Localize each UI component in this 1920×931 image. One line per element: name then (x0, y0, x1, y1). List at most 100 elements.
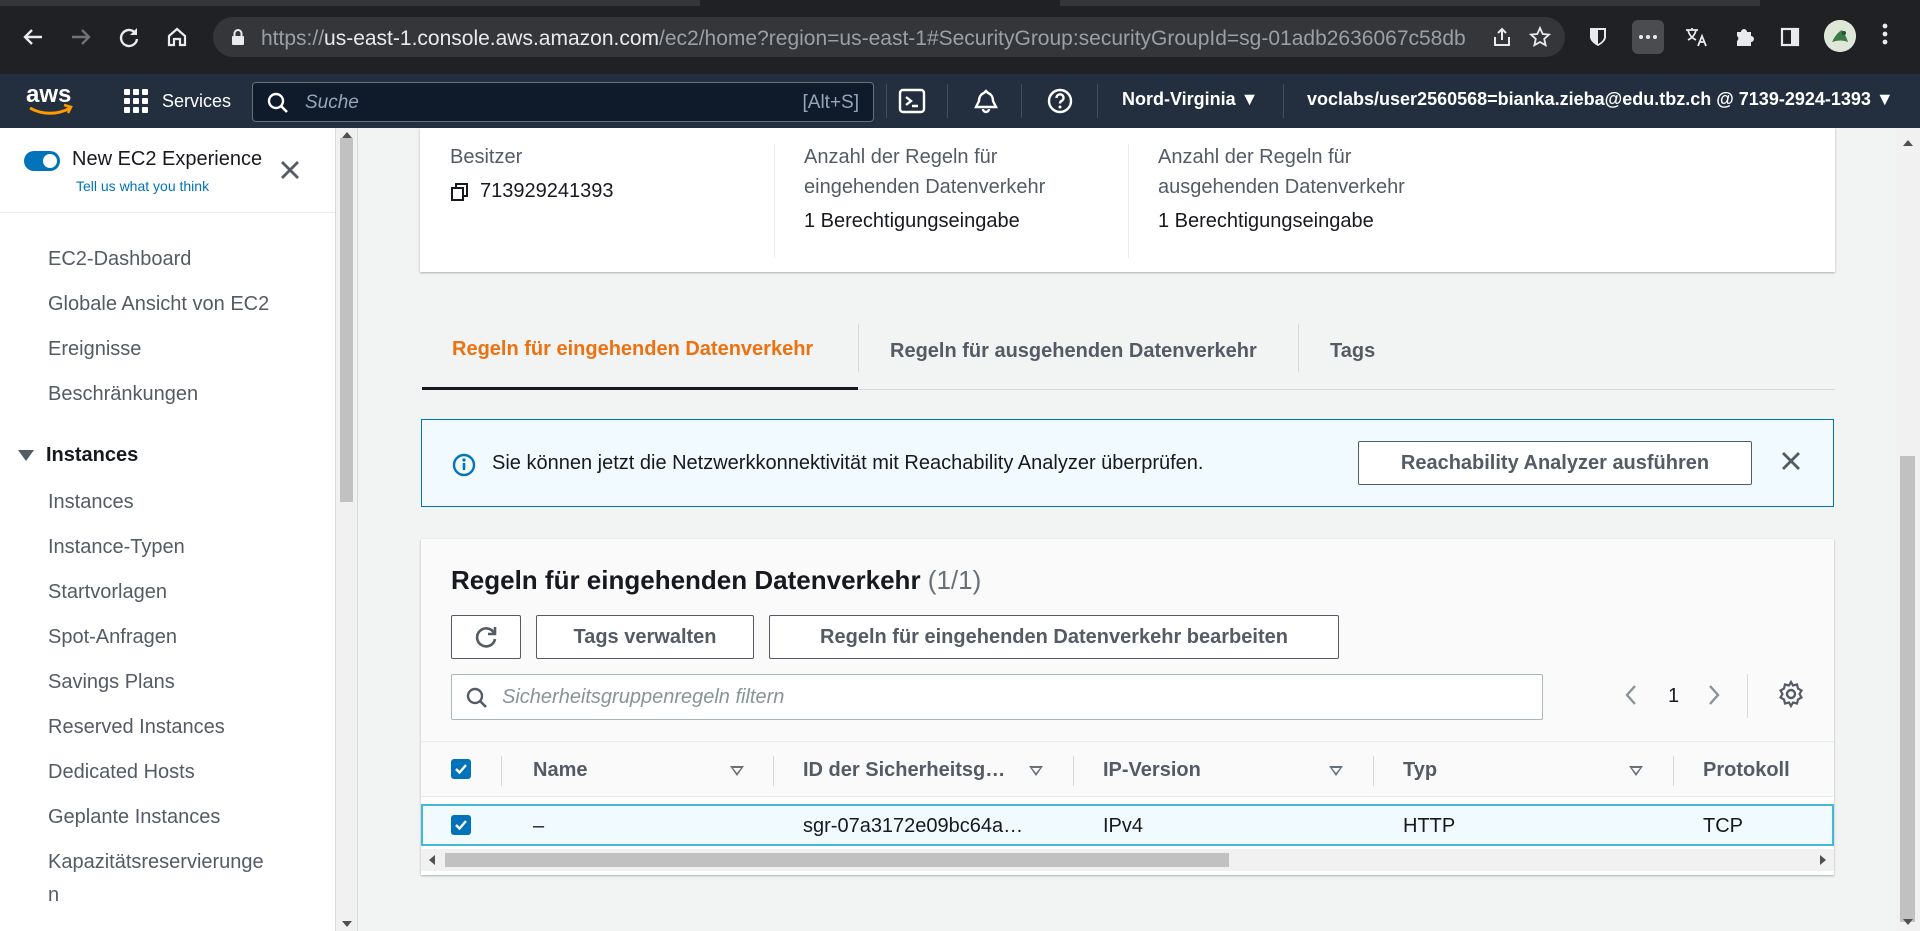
page-number[interactable]: 1 (1668, 685, 1679, 708)
address-bar[interactable]: https://us-east-1.console.aws.amazon.com… (213, 17, 1565, 57)
table-count: (1/1) (927, 565, 982, 595)
sort-icon[interactable] (730, 766, 744, 776)
page-scrollbar[interactable] (1896, 128, 1920, 931)
scroll-thumb[interactable] (340, 138, 353, 502)
inbound-rules-table: Regeln für eingehenden Datenverkehr (1/1… (421, 539, 1834, 875)
scroll-thumb[interactable] (445, 853, 1229, 867)
profile-avatar[interactable] (1824, 20, 1856, 52)
sidebar-item-spot-requests[interactable]: Spot-Anfragen (48, 626, 177, 649)
scroll-down-arrow[interactable] (342, 921, 352, 927)
services-menu[interactable]: Services (124, 88, 231, 114)
notifications-bell-icon[interactable] (971, 86, 1001, 116)
column-header-name[interactable]: Name (533, 759, 587, 782)
scroll-down-arrow[interactable] (1903, 919, 1913, 925)
tab-inbound-rules[interactable]: Regeln für eingehenden Datenverkehr (422, 312, 858, 390)
pager-divider (1747, 674, 1748, 718)
section-label: Instances (46, 444, 139, 466)
rules-tabs: Regeln für eingehenden Datenverkehr Rege… (422, 312, 1835, 390)
sidebar-item-reserved-instances[interactable]: Reserved Instances (48, 716, 225, 739)
reload-icon[interactable] (114, 22, 144, 52)
copy-icon[interactable] (450, 182, 470, 202)
lock-icon[interactable] (229, 28, 247, 46)
password-extension-icon[interactable] (1632, 20, 1664, 54)
home-icon[interactable] (162, 22, 192, 52)
column-header-protocol[interactable]: Protokoll (1703, 759, 1790, 782)
column-header-rule-id[interactable]: ID der Sicherheitsg… (803, 759, 1005, 782)
scroll-right-arrow[interactable] (1820, 855, 1826, 865)
next-page-icon[interactable] (1707, 683, 1721, 714)
sort-icon[interactable] (1329, 766, 1343, 776)
aws-logo[interactable]: aws (26, 80, 74, 120)
url-text[interactable]: https://us-east-1.console.aws.amazon.com… (261, 27, 1466, 51)
region-selector[interactable]: Nord-Virginia ▼ (1122, 89, 1259, 110)
browser-tab[interactable] (1060, 0, 1760, 6)
account-menu[interactable]: voclabs/user2560568=bianka.zieba@edu.tbz… (1307, 89, 1894, 110)
close-sidebar-icon[interactable] (278, 158, 304, 184)
column-header-type[interactable]: Typ (1403, 759, 1437, 782)
inbound-count-field: Anzahl der Regeln für eingehenden Datenve… (804, 142, 1045, 233)
cell-name: – (533, 815, 545, 837)
translate-extension-icon[interactable] (1680, 20, 1712, 54)
sidebar-item-capacity-reservations[interactable]: Kapazitätsreservierunge (48, 851, 264, 874)
sidebar-scrollbar[interactable] (336, 128, 358, 931)
sidebar-item-launch-templates[interactable]: Startvorlagen (48, 581, 167, 604)
sidebar-item-limits[interactable]: Beschränkungen (48, 383, 198, 406)
share-icon[interactable] (1491, 26, 1513, 48)
browser-tab[interactable] (0, 0, 700, 6)
search-shortcut: [Alt+S] (802, 92, 860, 113)
sort-icon[interactable] (1029, 766, 1043, 776)
select-all-checkbox[interactable] (451, 759, 471, 779)
cell-ip-version: IPv4 (1103, 815, 1144, 837)
row-checkbox[interactable] (451, 815, 471, 835)
back-icon[interactable] (18, 22, 48, 52)
previous-page-icon[interactable] (1624, 683, 1638, 714)
refresh-icon (475, 627, 497, 648)
sidebar-item-capacity-reservations-wrap[interactable]: n (48, 884, 59, 907)
sidebar-item-global-view[interactable]: Globale Ansicht von EC2 (48, 293, 269, 316)
forward-icon[interactable] (66, 22, 96, 52)
tab-outbound-rules[interactable]: Regeln für ausgehenden Datenverkehr (890, 312, 1257, 390)
table-horizontal-scrollbar[interactable] (421, 849, 1834, 871)
services-grid-icon (124, 89, 148, 113)
new-ec2-experience-toggle[interactable] (24, 151, 60, 171)
side-panel-icon[interactable] (1774, 20, 1806, 54)
table-row[interactable]: – sgr-07a3172e09bc64a… IPv4 HTTP TCP (421, 804, 1834, 846)
sort-icon[interactable] (1629, 766, 1643, 776)
sidebar-item-ec2-dashboard[interactable]: EC2-Dashboard (48, 248, 191, 271)
bookmark-star-icon[interactable] (1529, 26, 1551, 48)
feedback-link[interactable]: Tell us what you think (76, 178, 209, 194)
extensions-puzzle-icon[interactable] (1728, 20, 1760, 54)
sidebar-item-savings-plans[interactable]: Savings Plans (48, 671, 175, 694)
cloudshell-icon[interactable] (897, 86, 927, 116)
browser-menu-icon[interactable] (1882, 22, 1888, 52)
table-header-row: Name ID der Sicherheitsg… IP-Version Typ… (421, 741, 1834, 797)
run-reachability-analyzer-button[interactable]: Reachability Analyzer ausführen (1358, 441, 1752, 485)
help-icon[interactable] (1045, 86, 1075, 116)
sidebar-item-instance-types[interactable]: Instance-Typen (48, 536, 185, 559)
browser-toolbar: https://us-east-1.console.aws.amazon.com… (0, 0, 1920, 74)
cell-type: HTTP (1403, 815, 1456, 837)
nav-divider (1283, 84, 1284, 118)
inbound-count-label: Anzahl der Regeln für eingehenden Datenve… (804, 146, 1046, 198)
scroll-left-arrow[interactable] (429, 855, 435, 865)
column-header-ip-version[interactable]: IP-Version (1103, 759, 1201, 782)
search-input[interactable]: Suche [Alt+S] (252, 82, 874, 122)
tab-tags[interactable]: Tags (1330, 312, 1375, 390)
sidebar-item-instances[interactable]: Instances (48, 491, 134, 514)
bitwarden-extension-icon[interactable] (1582, 20, 1614, 54)
edit-inbound-rules-button[interactable]: Regeln für eingehenden Datenverkehr bear… (769, 615, 1339, 659)
manage-tags-button[interactable]: Tags verwalten (536, 615, 754, 659)
refresh-button[interactable] (451, 615, 521, 659)
gear-icon[interactable] (1777, 680, 1805, 708)
sidebar-section-instances[interactable]: Instances (18, 444, 138, 467)
sidebar-item-events[interactable]: Ereignisse (48, 338, 141, 361)
sidebar-item-scheduled-instances[interactable]: Geplante Instances (48, 806, 220, 829)
filter-input[interactable]: Sicherheitsgruppenregeln filtern (451, 674, 1543, 720)
cell-rule-id: sgr-07a3172e09bc64a… (803, 815, 1024, 837)
scroll-up-arrow[interactable] (1903, 140, 1913, 146)
sidebar-item-dedicated-hosts[interactable]: Dedicated Hosts (48, 761, 195, 784)
aws-top-nav: aws Services Suche [Alt+S] Nord-Virginia… (0, 74, 1920, 128)
close-banner-icon[interactable] (1778, 450, 1804, 476)
scroll-thumb[interactable] (1900, 456, 1915, 922)
nav-divider (1021, 84, 1022, 118)
